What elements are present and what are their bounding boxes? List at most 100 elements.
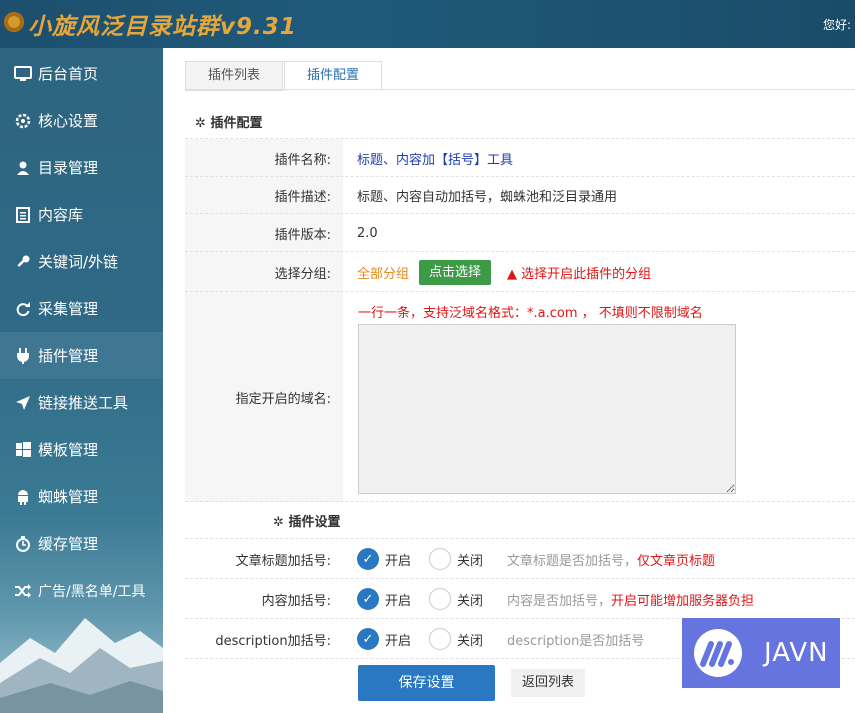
sidebar-item-label: 链接推送工具 xyxy=(38,394,129,412)
setting-row-title-brackets: 文章标题加括号: ✓ 开启 关闭 文章标题是否加括号， 仅文章页标题 xyxy=(185,538,855,579)
sidebar-item-keywords[interactable]: 关键词/外链 xyxy=(0,238,163,285)
logo-swirl-icon xyxy=(4,12,24,32)
choose-group-button[interactable]: 点击选择 xyxy=(419,259,492,285)
plugin-version-value: 2.0 xyxy=(357,225,378,241)
sidebar-item-cache[interactable]: 缓存管理 xyxy=(0,520,163,567)
back-to-list-button[interactable]: 返回列表 xyxy=(511,669,585,697)
tab-divider xyxy=(185,89,855,90)
sidebar-item-directory[interactable]: 目录管理 xyxy=(0,144,163,191)
sidebar: 后台首页 核心设置 目录管理 内容库 关键词/外链 采集管理 插件管理 链接推送… xyxy=(0,48,163,713)
sidebar-item-label: 蜘蛛管理 xyxy=(38,488,99,506)
radio-on-selected[interactable]: ✓ xyxy=(357,588,379,610)
watermark-badge: JAVN xyxy=(682,618,840,688)
domain-textarea[interactable] xyxy=(358,324,736,494)
radio-off-label: 关闭 xyxy=(457,553,484,569)
sidebar-item-label: 核心设置 xyxy=(38,112,99,130)
setting-hint: 内容是否加括号， xyxy=(507,593,612,609)
radio-on-selected[interactable]: ✓ xyxy=(357,628,379,650)
group-current-value: 全部分组 xyxy=(357,266,410,282)
key-icon xyxy=(14,253,32,271)
radio-off-label: 关闭 xyxy=(457,633,484,649)
setting-hint-red: 仅文章页标题 xyxy=(637,553,716,569)
group-select-label: 选择分组: xyxy=(185,252,343,292)
sidebar-item-label: 目录管理 xyxy=(38,159,99,177)
sidebar-item-spiders[interactable]: 蜘蛛管理 xyxy=(0,473,163,520)
sidebar-item-label: 内容库 xyxy=(38,206,84,224)
setting-controls: ✓ 开启 关闭 内容是否加括号， 开启可能增加服务器负担 xyxy=(357,579,754,619)
sidebar-item-label: 关键词/外链 xyxy=(38,253,119,271)
sidebar-item-core-settings[interactable]: 核心设置 xyxy=(0,97,163,144)
setting-hint: 文章标题是否加括号， xyxy=(507,553,638,569)
sidebar-item-collection[interactable]: 采集管理 xyxy=(0,285,163,332)
plugin-name-row: 插件名称: 标题、内容加【括号】工具 xyxy=(185,138,855,177)
sidebar-item-label: 模板管理 xyxy=(38,441,99,459)
gear-icon xyxy=(14,112,32,130)
windows-icon xyxy=(14,441,32,459)
plugin-version-row: 插件版本: 2.0 xyxy=(185,213,855,252)
domain-label: 指定开启的域名: xyxy=(185,292,343,502)
app-title: 小旋风泛目录站群v9.31 xyxy=(28,14,297,40)
send-icon xyxy=(14,394,32,412)
sidebar-item-plugins[interactable]: 插件管理 xyxy=(0,332,163,379)
android-icon xyxy=(14,488,32,506)
setting-controls: ✓ 开启 关闭 文章标题是否加括号， 仅文章页标题 xyxy=(357,539,715,579)
tab-plugin-config[interactable]: 插件配置 xyxy=(284,61,382,91)
gear-icon: ✲ xyxy=(195,116,206,131)
sidebar-item-label: 插件管理 xyxy=(38,347,99,365)
plugin-name-value: 标题、内容加【括号】工具 xyxy=(357,152,514,168)
setting-hint: description是否加括号 xyxy=(507,633,645,649)
group-select-row: 选择分组: 全部分组 点击选择 ▲ 选择开启此插件的分组 xyxy=(185,251,855,292)
watermark-text: JAVN xyxy=(764,638,829,668)
timer-icon xyxy=(14,535,32,553)
list-icon xyxy=(14,206,32,224)
save-settings-button[interactable]: 保存设置 xyxy=(358,665,495,701)
sidebar-item-content-library[interactable]: 内容库 xyxy=(0,191,163,238)
group-warning: ▲ 选择开启此插件的分组 xyxy=(507,266,652,282)
gear-icon: ✲ xyxy=(273,515,284,530)
radio-off-label: 关闭 xyxy=(457,593,484,609)
sidebar-item-label: 广告/黑名单/工具 xyxy=(38,583,146,600)
monitor-icon xyxy=(14,65,32,83)
sidebar-item-link-push[interactable]: 链接推送工具 xyxy=(0,379,163,426)
plug-icon xyxy=(14,347,32,365)
settings-divider xyxy=(185,501,855,503)
refresh-icon xyxy=(14,300,32,318)
setting-row-content-brackets: 内容加括号: ✓ 开启 关闭 内容是否加括号， 开启可能增加服务器负担 xyxy=(185,578,855,619)
warning-icon: ▲ xyxy=(507,266,518,282)
domain-hint: 一行一条，支持泛域名格式：*.a.com ， 不填则不限制域名 xyxy=(358,306,703,321)
setting-label: 文章标题加括号: xyxy=(185,539,343,579)
user-icon xyxy=(14,159,32,177)
plugin-desc-label: 插件描述: xyxy=(185,177,343,214)
sidebar-item-label: 缓存管理 xyxy=(38,535,99,553)
radio-on-label: 开启 xyxy=(385,593,412,609)
radio-on-selected[interactable]: ✓ xyxy=(357,548,379,570)
mountain-background xyxy=(0,618,163,713)
group-select-controls: 全部分组 点击选择 ▲ 选择开启此插件的分组 xyxy=(357,252,651,292)
radio-off[interactable] xyxy=(429,548,452,570)
sidebar-item-ads-blacklist-tools[interactable]: 广告/黑名单/工具 xyxy=(0,567,163,614)
watermark-logo-icon xyxy=(694,629,742,677)
setting-label: 内容加括号: xyxy=(185,579,343,619)
plugin-config-heading: ✲ 插件配置 xyxy=(195,116,263,131)
radio-off[interactable] xyxy=(429,588,452,610)
top-header: 小旋风泛目录站群v9.31 您好: xyxy=(0,0,855,48)
setting-controls: ✓ 开启 关闭 description是否加括号 xyxy=(357,619,644,659)
plugin-desc-row: 插件描述: 标题、内容自动加括号，蜘蛛池和泛目录通用 xyxy=(185,176,855,214)
tab-plugin-list[interactable]: 插件列表 xyxy=(185,61,283,91)
main-content: 插件列表 插件配置 ✲ 插件配置 插件名称: 标题、内容加【括号】工具 插件描述… xyxy=(163,48,855,713)
plugin-desc-value: 标题、内容自动加括号，蜘蛛池和泛目录通用 xyxy=(357,190,618,205)
radio-on-label: 开启 xyxy=(385,553,412,569)
radio-off[interactable] xyxy=(429,628,452,650)
sidebar-item-templates[interactable]: 模板管理 xyxy=(0,426,163,473)
setting-hint-red: 开启可能增加服务器负担 xyxy=(611,593,755,609)
plugin-version-label: 插件版本: xyxy=(185,214,343,252)
sidebar-item-dashboard[interactable]: 后台首页 xyxy=(0,50,163,97)
plugin-name-label: 插件名称: xyxy=(185,139,343,177)
setting-label: description加括号: xyxy=(185,619,343,659)
radio-on-label: 开启 xyxy=(385,633,412,649)
sidebar-item-label: 采集管理 xyxy=(38,300,99,318)
shuffle-icon xyxy=(14,582,32,600)
plugin-settings-heading: ✲ 插件设置 xyxy=(273,515,341,530)
sidebar-item-label: 后台首页 xyxy=(38,65,99,83)
user-greeting: 您好: xyxy=(822,18,851,32)
